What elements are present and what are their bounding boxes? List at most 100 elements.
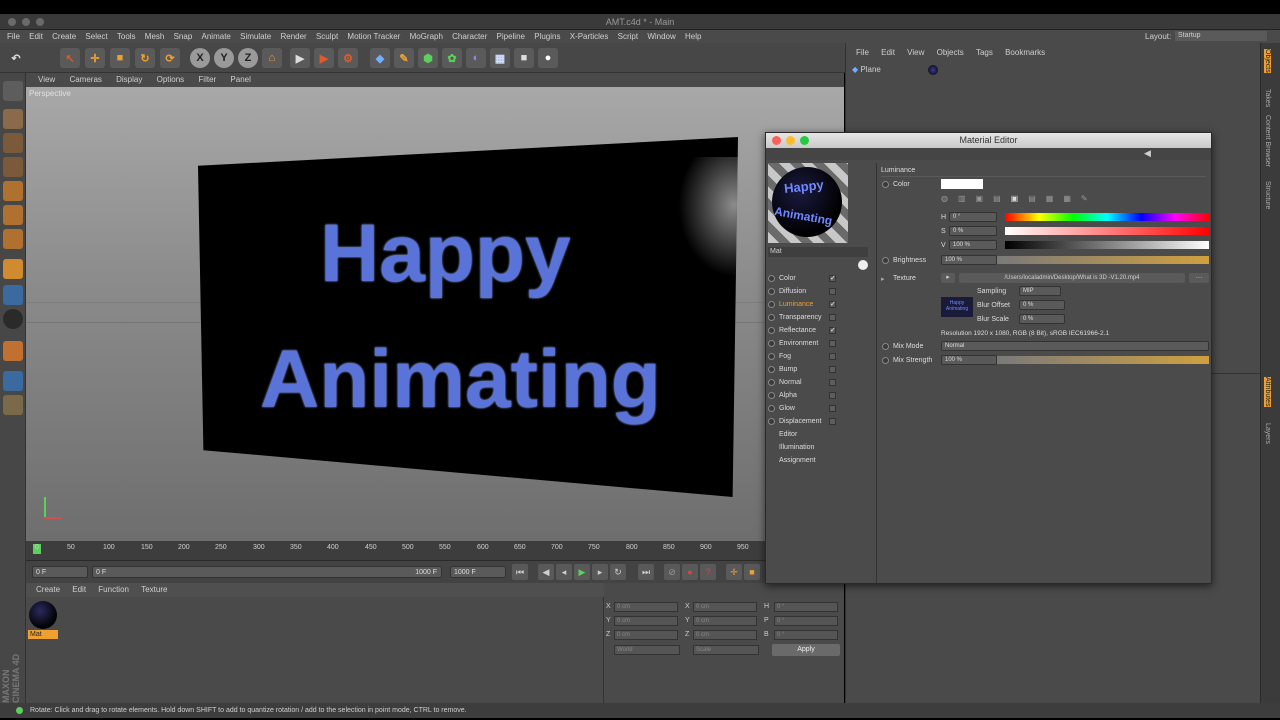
channel-displacement[interactable]: Displacement bbox=[779, 418, 821, 425]
planar-workplane-icon[interactable] bbox=[3, 395, 23, 415]
rotation-b-field[interactable]: 0 ° bbox=[774, 630, 838, 640]
size-y-field[interactable]: 0 cm bbox=[693, 616, 757, 626]
mat-menu-edit[interactable]: Edit bbox=[72, 585, 86, 594]
blur-offset-field[interactable]: 0 % bbox=[1019, 300, 1065, 310]
go-to-start-icon[interactable]: ⏮ bbox=[512, 564, 528, 580]
blur-scale-field[interactable]: 0 % bbox=[1019, 314, 1065, 324]
obj-menu-view[interactable]: View bbox=[907, 48, 924, 57]
coordinate-system-icon[interactable]: ⌂ bbox=[262, 48, 282, 68]
menu-tools[interactable]: Tools bbox=[117, 30, 136, 43]
play-icon[interactable]: ▶ bbox=[574, 564, 590, 580]
section-illumination[interactable]: Illumination bbox=[779, 444, 814, 451]
size-z-field[interactable]: 0 cm bbox=[693, 630, 757, 640]
minimize-window-button[interactable] bbox=[22, 18, 30, 26]
lock-workplane-icon[interactable] bbox=[3, 371, 23, 391]
menu-help[interactable]: Help bbox=[685, 30, 701, 43]
scale-tool-icon[interactable]: ■ bbox=[110, 48, 130, 68]
mix-strength-slider[interactable] bbox=[997, 356, 1209, 364]
mat-menu-texture[interactable]: Texture bbox=[141, 585, 167, 594]
viewport[interactable]: Perspective Happy Animating bbox=[26, 87, 844, 541]
mixer-icon[interactable]: ▦ bbox=[1046, 194, 1054, 204]
texture-browse-button[interactable]: … bbox=[1189, 273, 1209, 283]
channel-fog-checkbox[interactable] bbox=[829, 353, 836, 360]
mat-menu-function[interactable]: Function bbox=[98, 585, 129, 594]
viewport-menu-options[interactable]: Options bbox=[157, 75, 185, 84]
picture-icon[interactable]: ▣ bbox=[976, 194, 984, 204]
menu-select[interactable]: Select bbox=[85, 30, 107, 43]
eyedropper-icon[interactable]: ✎ bbox=[1081, 194, 1088, 204]
zoom-editor-button[interactable] bbox=[800, 136, 809, 145]
channel-color[interactable]: Color bbox=[779, 275, 796, 282]
keyframe-selection-icon[interactable]: ? bbox=[700, 564, 716, 580]
menu-mesh[interactable]: Mesh bbox=[145, 30, 165, 43]
mix-mode-select[interactable]: Normal bbox=[941, 341, 1209, 351]
max-frame-field[interactable]: 1000 F bbox=[450, 566, 506, 578]
next-frame-icon[interactable]: ▸ bbox=[592, 564, 608, 580]
spectrum-icon[interactable]: ▥ bbox=[958, 194, 966, 204]
pen-icon[interactable]: ✎ bbox=[394, 48, 414, 68]
points-mode-icon[interactable] bbox=[3, 181, 23, 201]
x-axis-icon[interactable]: X bbox=[190, 48, 210, 68]
h-field[interactable]: 0 ° bbox=[949, 212, 997, 222]
frame-range-slider[interactable]: 0 F 1000 F bbox=[92, 566, 442, 578]
mix-strength-field[interactable]: 100 % bbox=[941, 355, 997, 365]
back-arrow-icon[interactable]: ◀ bbox=[1144, 148, 1151, 159]
menu-simulate[interactable]: Simulate bbox=[240, 30, 271, 43]
snap-icon[interactable] bbox=[3, 309, 23, 329]
position-x-field[interactable]: 0 cm bbox=[614, 602, 678, 612]
next-key-icon[interactable]: ↻ bbox=[610, 564, 626, 580]
tweak-mode-icon[interactable] bbox=[3, 285, 23, 305]
channel-bump[interactable]: Bump bbox=[779, 366, 797, 373]
material-editor-titlebar[interactable]: Material Editor bbox=[766, 133, 1211, 148]
undo-icon[interactable]: ↶ bbox=[6, 48, 26, 68]
size-mode-select[interactable]: Scale bbox=[693, 645, 759, 655]
polygons-mode-icon[interactable] bbox=[3, 229, 23, 249]
position-z-field[interactable]: 0 cm bbox=[614, 630, 678, 640]
autokey-icon[interactable]: ● bbox=[682, 564, 698, 580]
channel-displacement-checkbox[interactable] bbox=[829, 418, 836, 425]
menu-character[interactable]: Character bbox=[452, 30, 487, 43]
close-editor-button[interactable] bbox=[772, 136, 781, 145]
edges-mode-icon[interactable] bbox=[3, 205, 23, 225]
brightness-field[interactable]: 100 % bbox=[941, 255, 997, 265]
channel-glow-checkbox[interactable] bbox=[829, 405, 836, 412]
channel-diffusion[interactable]: Diffusion bbox=[779, 288, 806, 295]
previous-frame-icon[interactable]: ◂ bbox=[556, 564, 572, 580]
menu-animate[interactable]: Animate bbox=[202, 30, 231, 43]
workplane-icon[interactable] bbox=[3, 157, 23, 177]
render-picture-viewer-icon[interactable]: ▶ bbox=[314, 48, 334, 68]
channel-diffusion-checkbox[interactable] bbox=[829, 288, 836, 295]
deformer-icon[interactable]: ◐ bbox=[466, 48, 486, 68]
channel-bump-checkbox[interactable] bbox=[829, 366, 836, 373]
move-tool-icon[interactable]: ✛ bbox=[85, 48, 105, 68]
viewport-menu-view[interactable]: View bbox=[38, 75, 55, 84]
material-options-icon[interactable] bbox=[858, 260, 868, 270]
channel-luminance-checkbox[interactable]: ✓ bbox=[829, 301, 836, 308]
go-to-end-icon[interactable]: ⏭ bbox=[638, 564, 654, 580]
channel-reflectance[interactable]: Reflectance bbox=[779, 327, 816, 334]
zoom-window-button[interactable] bbox=[36, 18, 44, 26]
soft-selection-icon[interactable] bbox=[3, 341, 23, 361]
menu-render[interactable]: Render bbox=[280, 30, 306, 43]
channel-transparency-checkbox[interactable] bbox=[829, 314, 836, 321]
cube-icon[interactable]: ◆ bbox=[370, 48, 390, 68]
axis-mode-icon[interactable] bbox=[3, 259, 23, 279]
color-wheel-icon[interactable]: ◍ bbox=[941, 194, 948, 204]
position-y-field[interactable]: 0 cm bbox=[614, 616, 678, 626]
menu-script[interactable]: Script bbox=[618, 30, 638, 43]
brightness-slider[interactable] bbox=[997, 256, 1209, 264]
menu-edit[interactable]: Edit bbox=[29, 30, 43, 43]
current-frame-field[interactable]: 0 F bbox=[32, 566, 88, 578]
sampling-select[interactable]: MIP bbox=[1019, 286, 1061, 296]
tab-attributes[interactable]: Attributes bbox=[1264, 377, 1271, 407]
menu-sculpt[interactable]: Sculpt bbox=[316, 30, 338, 43]
object-name[interactable]: Plane bbox=[860, 65, 880, 74]
cloner-icon[interactable]: ✿ bbox=[442, 48, 462, 68]
render-settings-icon[interactable]: ⚙ bbox=[338, 48, 358, 68]
menu-pipeline[interactable]: Pipeline bbox=[497, 30, 525, 43]
channel-normal-checkbox[interactable] bbox=[829, 379, 836, 386]
channel-luminance[interactable]: Luminance bbox=[779, 301, 813, 308]
channel-color-checkbox[interactable]: ✓ bbox=[829, 275, 836, 282]
viewport-menu-filter[interactable]: Filter bbox=[198, 75, 216, 84]
model-mode-icon[interactable] bbox=[3, 109, 23, 129]
